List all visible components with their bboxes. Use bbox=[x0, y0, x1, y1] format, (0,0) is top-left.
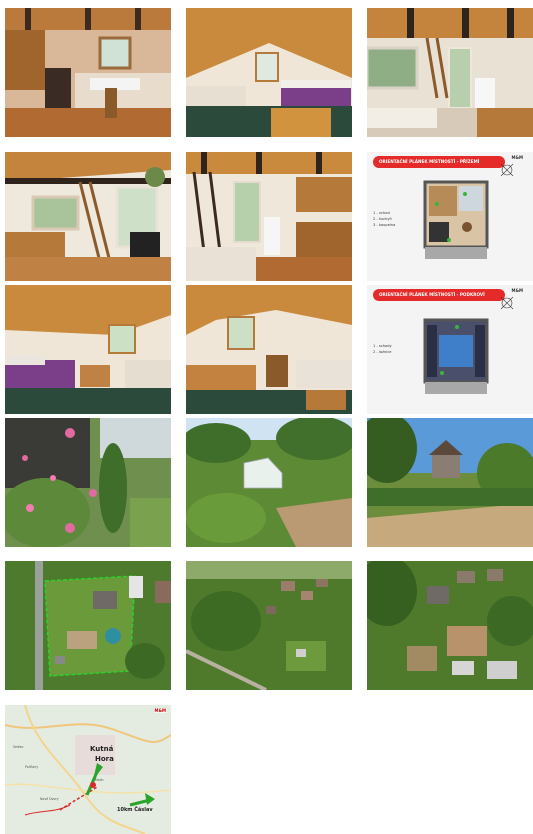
photo-attic-bedroom[interactable] bbox=[186, 8, 352, 137]
map-town-label: Kutná bbox=[90, 745, 114, 753]
photo-attic-bedroom-purple-image bbox=[5, 285, 171, 414]
photo-room-ladder-window[interactable] bbox=[5, 152, 171, 281]
floor-plan-ground-legend: 1 - vchod 2 - kuchyň 3 - koupelna bbox=[373, 210, 395, 228]
photo-attic-bedroom-table-image bbox=[186, 285, 352, 414]
floor-plan-ground[interactable]: ORIENTAČNÍ PLÁNEK MÍSTNOSTÍ - PŘÍZEMÍ M&… bbox=[367, 152, 533, 281]
photo-aerial-valley[interactable] bbox=[186, 561, 352, 690]
photo-aerial-valley-image bbox=[186, 561, 352, 690]
photo-garden-greenhouse-image bbox=[186, 418, 352, 547]
map-small-label: Malín bbox=[95, 778, 104, 782]
photo-aerial-houses[interactable] bbox=[367, 561, 533, 690]
photo-aerial-plot[interactable] bbox=[5, 561, 171, 690]
photo-room-ladder-window-image bbox=[5, 152, 171, 281]
photo-garden-terrace-image bbox=[367, 418, 533, 547]
map-logo: M&M bbox=[153, 708, 167, 713]
photo-living-room-ladder[interactable] bbox=[367, 8, 533, 137]
legend-item: 3 - koupelna bbox=[373, 223, 396, 227]
map-small-label: Sedlec bbox=[13, 745, 24, 749]
compass-icon bbox=[500, 296, 514, 310]
photo-attic-bedroom-purple[interactable] bbox=[5, 285, 171, 414]
photo-garden-greenhouse[interactable] bbox=[186, 418, 352, 547]
photo-garden-terrace[interactable] bbox=[367, 418, 533, 547]
photo-kitchen-ladder[interactable] bbox=[186, 152, 352, 281]
compass-icon bbox=[500, 163, 514, 177]
map-small-label: Poličany bbox=[25, 765, 39, 769]
photo-kitchen-room[interactable] bbox=[5, 8, 171, 137]
photo-attic-bedroom-table[interactable] bbox=[186, 285, 352, 414]
photo-aerial-houses-image bbox=[367, 561, 533, 690]
legend-item: 2 - ložnice bbox=[373, 350, 392, 354]
map-town-label-2: Hora bbox=[95, 755, 114, 763]
map-distance-label: 10km Čáslav bbox=[117, 807, 153, 813]
photo-kitchen-room-image bbox=[5, 8, 171, 137]
photo-garden-roses-image bbox=[5, 418, 171, 547]
photo-attic-bedroom-image bbox=[186, 8, 352, 137]
floor-plan-attic-drawing bbox=[423, 296, 514, 394]
map-small-label: Nové Dvory bbox=[40, 797, 59, 801]
photo-garden-roses[interactable] bbox=[5, 418, 171, 547]
location-map[interactable]: Kutná Hora 10km Čáslav Sedlec Malín Poli… bbox=[5, 705, 171, 834]
location-map-drawing bbox=[5, 705, 171, 834]
floor-plan-attic-legend: 1 - schody 2 - ložnice bbox=[373, 343, 392, 355]
floor-plan-attic[interactable]: ORIENTAČNÍ PLÁNEK MÍSTNOSTÍ - PODKROVÍ M… bbox=[367, 285, 533, 414]
photo-kitchen-ladder-image bbox=[186, 152, 352, 281]
photo-living-room-ladder-image bbox=[367, 8, 533, 137]
photo-aerial-plot-image bbox=[5, 561, 171, 690]
